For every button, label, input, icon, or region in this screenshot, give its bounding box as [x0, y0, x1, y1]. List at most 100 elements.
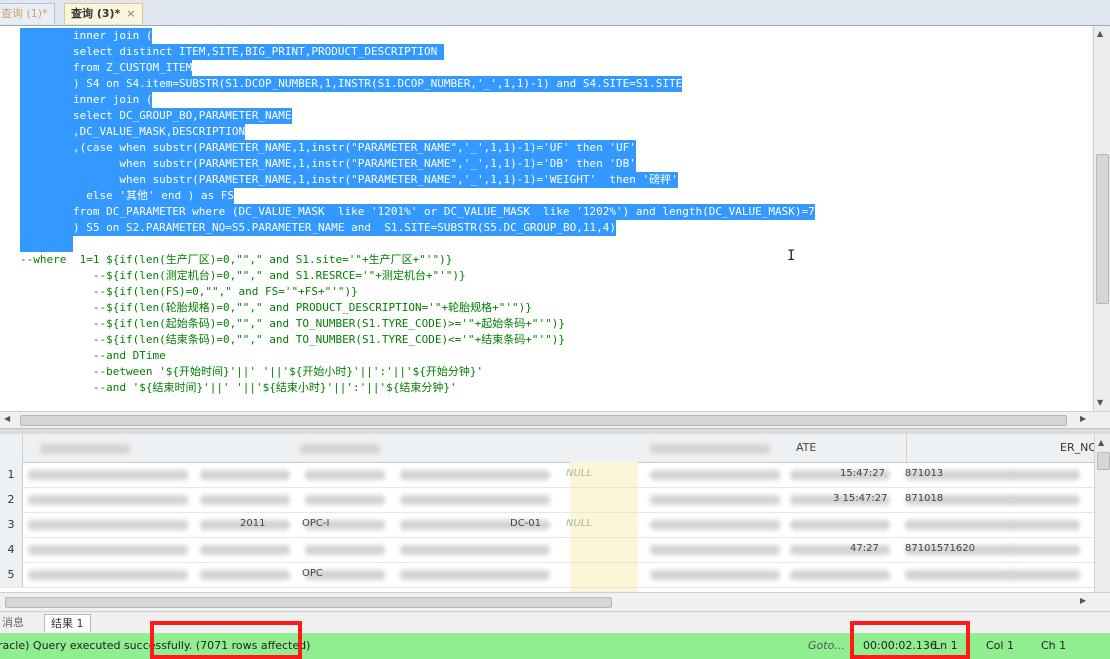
code-line[interactable]: from Z_CUSTOM_ITEM	[20, 60, 193, 76]
code-line[interactable]: ,(case when substr(PARAMETER_NAME,1,inst…	[20, 140, 636, 156]
redacted-cell	[400, 495, 550, 505]
scrollbar-thumb[interactable]	[5, 597, 612, 608]
table-row[interactable]: 1 NULL 15:47:27 871013	[0, 462, 1094, 488]
cell-fragment[interactable]: OPC	[302, 568, 323, 579]
code-line[interactable]: --${if(len(FS)=0,""," and FS='"+FS+"'")}	[20, 284, 358, 300]
code-line[interactable]: else '其他' end ) as FS	[20, 188, 235, 204]
null-cell[interactable]: NULL	[566, 518, 592, 529]
query-tab-bar: 查询 (1)* 查询 (3)* ×	[0, 0, 1110, 26]
redacted-cell	[305, 470, 385, 480]
code-line[interactable]: when substr(PARAMETER_NAME,1,instr("PARA…	[20, 172, 678, 188]
redacted-cell	[1010, 545, 1080, 555]
tab-query-1[interactable]: 查询 (1)*	[0, 3, 55, 24]
scroll-right-icon[interactable]: ▶	[1080, 596, 1086, 605]
code-line[interactable]: inner join (	[20, 92, 153, 108]
close-icon[interactable]: ×	[126, 4, 135, 24]
code-line[interactable]: --and '${结束时间}'||' '||'${结束小时}'||':'||'$…	[20, 380, 457, 396]
redacted-cell	[1010, 495, 1080, 505]
code-line[interactable]: when substr(PARAMETER_NAME,1,instr("PARA…	[20, 156, 636, 172]
code-line[interactable]: --${if(len(测定机台)=0,""," and S1.RESRCE='"…	[20, 268, 466, 284]
scroll-up-icon[interactable]: ▲	[1097, 29, 1103, 38]
table-row[interactable]: 3 NULL 2011 OPC-I DC-01	[0, 512, 1094, 538]
redacted-cell	[650, 470, 780, 480]
cell-fragment[interactable]: 3 15:47:27	[833, 493, 887, 504]
code-line[interactable]: select DC_GROUP_BO,PARAMETER_NAME	[20, 108, 292, 124]
char-indicator: Ch 1	[1041, 639, 1067, 652]
redacted-cell	[650, 545, 780, 555]
scrollbar-thumb[interactable]	[20, 415, 1067, 426]
redacted-cell	[200, 570, 290, 580]
redacted-cell	[905, 520, 1015, 530]
code-line[interactable]: ) S4 on S4.item=SUBSTR(S1.DCOP_NUMBER,1,…	[20, 76, 683, 92]
redacted-cell	[400, 545, 550, 555]
scroll-right-icon[interactable]: ▶	[1080, 414, 1086, 423]
scroll-up-icon[interactable]: ▲	[1098, 438, 1104, 447]
null-cell[interactable]: NULL	[566, 468, 592, 479]
cell-fragment[interactable]: 2011	[240, 518, 265, 529]
redacted-cell	[905, 570, 1015, 580]
cell-fragment[interactable]: DC-01	[510, 518, 541, 529]
tab-messages[interactable]: 消息	[0, 614, 30, 631]
row-number[interactable]: 2	[0, 487, 23, 512]
cell-fragment[interactable]: 47:27	[850, 543, 879, 554]
grid-horizontal-scrollbar[interactable]: ▶	[0, 592, 1110, 611]
cell-fragment[interactable]: 15:47:27	[840, 468, 885, 479]
grid-header: ATE ER_NO	[0, 434, 1110, 463]
scroll-down-icon[interactable]: ▼	[1097, 398, 1103, 407]
code-line[interactable]: select distinct ITEM,SITE,BIG_PRINT,PROD…	[20, 44, 444, 60]
scrollbar-thumb[interactable]	[1097, 452, 1110, 470]
editor-vertical-scrollbar[interactable]: ▲ ▼	[1093, 26, 1110, 411]
redacted-cell	[790, 570, 890, 580]
row-number[interactable]: 1	[0, 462, 23, 487]
tab-label: 查询 (3)*	[71, 7, 121, 20]
redacted-cell	[1010, 520, 1080, 530]
code-line[interactable]: --${if(len(结束条码)=0,""," and TO_NUMBER(S1…	[20, 332, 565, 348]
tab-result-1[interactable]: 结果 1	[44, 614, 91, 632]
code-line[interactable]: --${if(len(起始条码)=0,""," and TO_NUMBER(S1…	[20, 316, 565, 332]
scrollbar-thumb[interactable]	[1096, 154, 1109, 304]
code-line[interactable]: ) S5 on S2.PARAMETER_NO=S5.PARAMETER_NAM…	[20, 220, 617, 236]
redacted-cell	[200, 495, 290, 505]
result-grid[interactable]: ATE ER_NO 1 NULL 15:47:27 871013 2 3 15:47:27…	[0, 434, 1110, 592]
code-line[interactable]: --${if(len(轮胎规格)=0,""," and PRODUCT_DESC…	[20, 300, 532, 316]
table-row[interactable]: 2 3 15:47:27 871018	[0, 487, 1094, 513]
redacted-cell	[650, 570, 780, 580]
grid-column-header[interactable]: ATE	[790, 434, 907, 462]
code-line[interactable]: --between '${开始时间}'||' '||'${开始小时}'||':'…	[20, 364, 483, 380]
code-line[interactable]: from DC_PARAMETER where (DC_VALUE_MASK l…	[20, 204, 815, 220]
code-line[interactable]: --and DTime	[20, 348, 166, 364]
row-number[interactable]: 3	[0, 512, 23, 537]
redacted-cell	[400, 570, 550, 580]
code-line[interactable]: ,DC_VALUE_MASK,DESCRIPTION	[20, 124, 246, 140]
redacted-cell	[28, 495, 188, 505]
row-header-corner	[0, 434, 23, 462]
redacted-cell	[650, 495, 780, 505]
redacted-cell	[305, 545, 385, 555]
tab-label: 查询 (1)*	[1, 7, 48, 20]
code-line[interactable]: --where 1=1 ${if(len(生产厂区)=0,""," and S1…	[20, 252, 452, 268]
cell-fragment[interactable]: OPC-I	[302, 518, 329, 529]
redacted-cell	[790, 520, 890, 530]
code-line[interactable]: inner join (	[20, 28, 153, 44]
table-row[interactable]: 4 47:27 87101571620	[0, 537, 1094, 563]
row-number[interactable]: 4	[0, 537, 23, 562]
column-indicator: Col 1	[986, 639, 1014, 652]
table-row[interactable]: 5 OPC	[0, 562, 1094, 588]
redacted-cell	[200, 470, 290, 480]
cell-fragment[interactable]: 87101571620	[905, 543, 975, 554]
grid-vertical-scrollbar[interactable]: ▲	[1094, 434, 1110, 592]
cell-fragment[interactable]: 871013	[905, 468, 943, 479]
redacted-cell	[28, 570, 188, 580]
redacted-cell	[28, 520, 188, 530]
redacted-cell	[28, 470, 188, 480]
editor-horizontal-scrollbar[interactable]: ◀ ▶	[0, 411, 1110, 428]
scroll-left-icon[interactable]: ◀	[4, 414, 10, 423]
code-line[interactable]	[20, 236, 73, 252]
tab-query-3[interactable]: 查询 (3)* ×	[64, 3, 143, 24]
cell-fragment[interactable]: 871018	[905, 493, 943, 504]
goto-button[interactable]: Goto...	[808, 633, 845, 659]
highlight-box-elapsed-time	[850, 621, 970, 659]
row-number[interactable]: 5	[0, 562, 23, 587]
text-cursor-icon: I	[787, 248, 796, 264]
sql-editor[interactable]: inner join ( select distinct ITEM,SITE,B…	[0, 26, 1092, 411]
